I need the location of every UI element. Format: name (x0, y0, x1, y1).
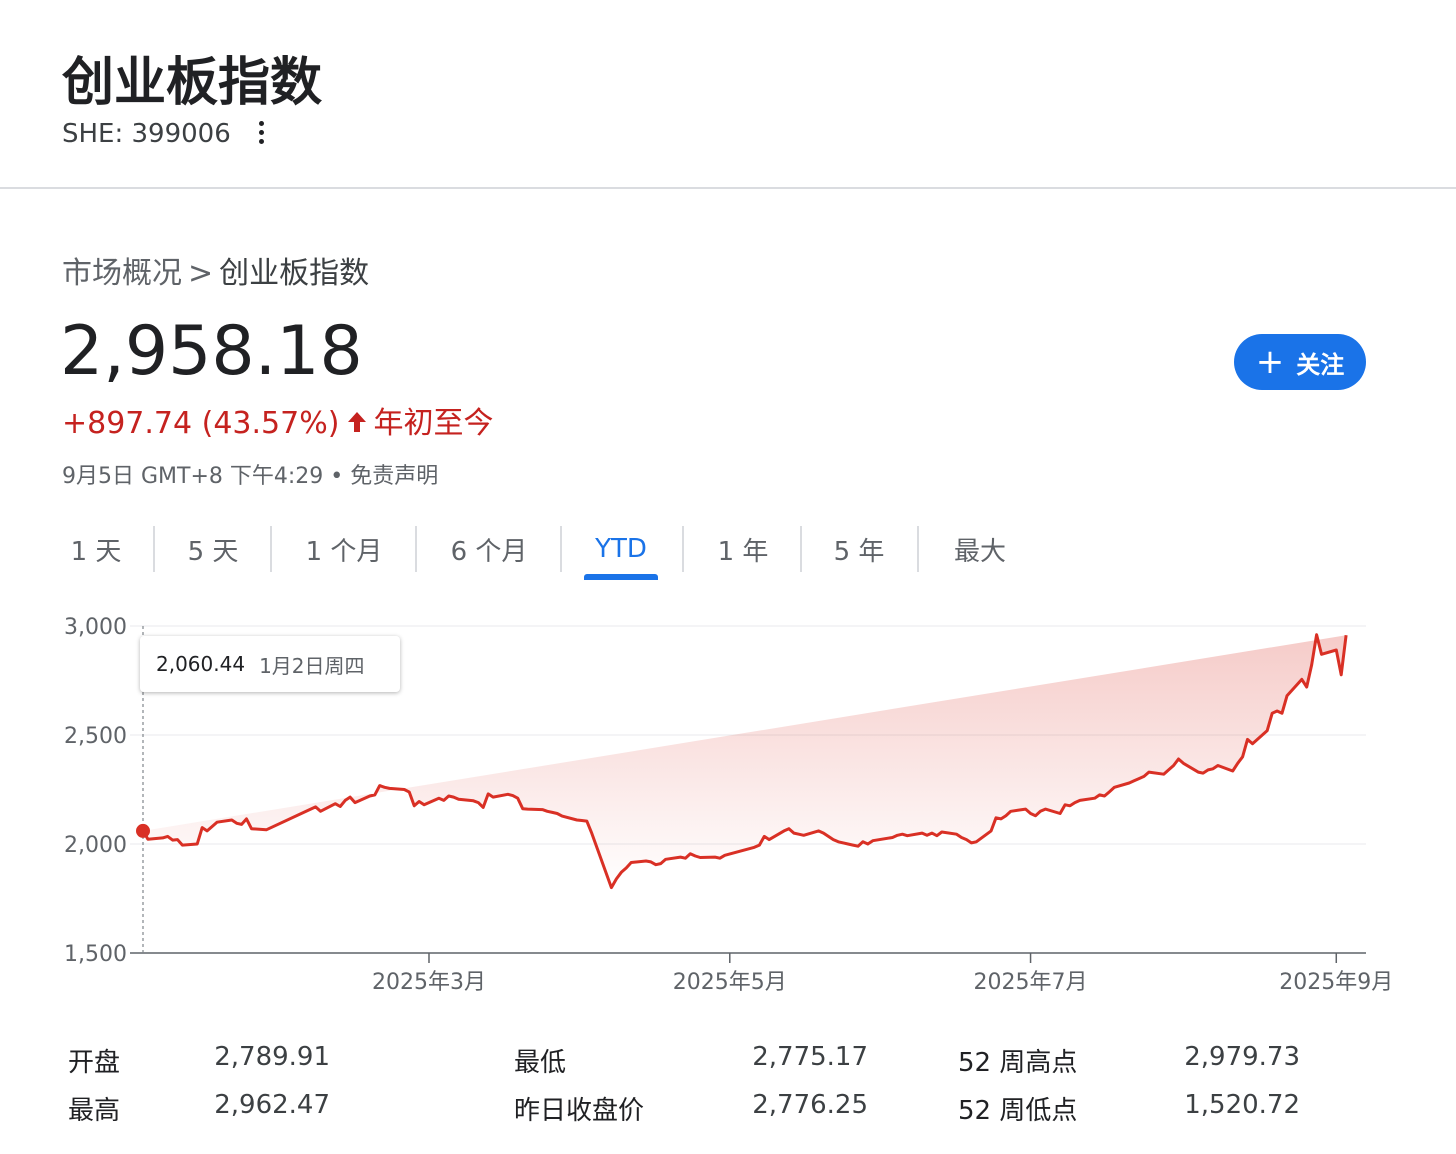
tab-divider (917, 526, 919, 572)
stat-low-value: 2,775.17 (752, 1042, 868, 1072)
hover-point-marker (136, 823, 150, 838)
tab-label: YTD (595, 534, 647, 564)
tab-label: 最大 (953, 536, 1006, 567)
follow-button[interactable]: + 关注 (1234, 334, 1366, 390)
breadcrumb-market-overview-link[interactable]: 市场概况 (62, 256, 182, 291)
stat-high-value: 2,962.47 (214, 1090, 330, 1120)
stat-prev-close-label: 昨日收盘价 (514, 1096, 645, 1126)
key-stats: 开盘 2,789.91 最高 2,962.47 最低 2,775.17 昨日收盘… (62, 1036, 1402, 1146)
disclaimer-link[interactable]: 免责声明 (350, 464, 438, 489)
stat-open-value: 2,789.91 (214, 1042, 330, 1072)
breadcrumb-separator: > (188, 256, 214, 291)
follow-button-label: 关注 (1296, 350, 1345, 379)
x-tick-label: 2025年9月 (1279, 970, 1393, 995)
tab-divider (682, 526, 684, 572)
x-tick-label: 2025年5月 (673, 970, 787, 995)
price-change: +897.74 (43.57%) 年初至今 (62, 398, 493, 442)
tab-divider (800, 526, 802, 572)
tab-label: 1 年 (717, 536, 769, 567)
tooltip-value: 2,060.44 (156, 652, 246, 676)
tab-5d[interactable]: 5 天 (174, 526, 252, 572)
arrow-up-icon (347, 406, 367, 441)
breadcrumb: 市场概况 > 创业板指数 (62, 248, 369, 292)
y-tick-label: 1,500 (64, 942, 127, 967)
meta-bullet: • (330, 464, 344, 489)
quote-meta: 9月5日 GMT+8 下午4:29 • 免责声明 (62, 458, 438, 490)
breadcrumb-current: 创业板指数 (219, 256, 370, 291)
tab-divider (560, 526, 562, 572)
tooltip-date: 1月2日周四 (259, 653, 365, 678)
stat-52w-low-value: 1,520.72 (1184, 1090, 1300, 1120)
y-tick-label: 2,500 (64, 724, 127, 749)
tab-5y[interactable]: 5 年 (822, 526, 896, 572)
y-tick-label: 2,000 (64, 833, 127, 858)
tab-label: 5 年 (833, 536, 885, 567)
tab-6m[interactable]: 6 个月 (438, 526, 540, 572)
page-title: 创业板指数 (62, 53, 323, 113)
chart-tooltip: 2,060.44 1月2日周四 (140, 636, 400, 692)
plus-icon: + (1255, 342, 1285, 382)
tab-1d[interactable]: 1 天 (62, 526, 130, 572)
tab-max[interactable]: 最大 (940, 526, 1020, 572)
tab-divider (153, 526, 155, 572)
change-period-label: 年初至今 (373, 406, 494, 441)
stat-high-label: 最高 (68, 1096, 121, 1126)
change-value: +897.74 (43.57%) (62, 406, 340, 441)
tab-ytd[interactable]: YTD (584, 526, 658, 580)
tab-label: 1 天 (70, 536, 122, 567)
current-price: 2,958.18 (60, 312, 363, 391)
stat-open-label: 开盘 (68, 1048, 121, 1078)
x-tick-label: 2025年7月 (974, 970, 1088, 995)
stat-low-label: 最低 (514, 1048, 567, 1078)
header-divider (0, 187, 1456, 189)
stat-52w-high-value: 2,979.73 (1184, 1042, 1300, 1072)
tab-divider (270, 526, 272, 572)
y-tick-label: 3,000 (64, 615, 127, 640)
active-tab-indicator (584, 574, 658, 580)
tab-divider (415, 526, 417, 572)
tab-label: 6 个月 (450, 536, 528, 567)
more-vert-icon[interactable] (246, 115, 276, 151)
tab-label: 5 天 (187, 536, 239, 567)
tab-1y[interactable]: 1 年 (706, 526, 780, 572)
tab-label: 1 个月 (305, 536, 383, 567)
stat-52w-low-label: 52 周低点 (958, 1096, 1078, 1126)
quote-timestamp: 9月5日 GMT+8 下午4:29 (62, 464, 324, 489)
stat-52w-high-label: 52 周高点 (958, 1048, 1078, 1078)
x-tick-label: 2025年3月 (372, 970, 486, 995)
stat-prev-close-value: 2,776.25 (752, 1090, 868, 1120)
ticker-symbol: SHE: 399006 (62, 119, 231, 149)
tab-1m[interactable]: 1 个月 (294, 526, 394, 572)
